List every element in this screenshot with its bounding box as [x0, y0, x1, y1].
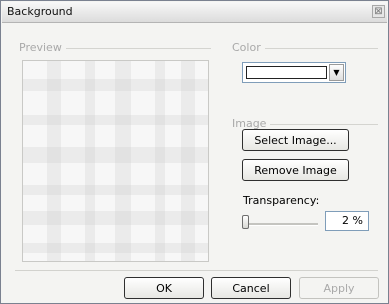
color-swatch: [246, 66, 327, 79]
footer-separator: [15, 270, 378, 271]
preview-pane: [22, 60, 209, 262]
preview-group-label: Preview: [19, 41, 66, 54]
remove-image-button[interactable]: Remove Image: [242, 159, 349, 181]
ok-button[interactable]: OK: [124, 277, 204, 299]
title-bar[interactable]: Background ⊠: [2, 2, 387, 23]
color-group-label: Color: [232, 41, 265, 54]
color-dropdown[interactable]: ▼: [242, 62, 346, 83]
transparency-label: Transparency:: [243, 194, 320, 207]
transparency-input[interactable]: 2 %: [325, 211, 369, 231]
background-dialog: Background ⊠ Preview Color ▼ Image Selec…: [0, 0, 389, 304]
transparency-slider-track[interactable]: [244, 223, 318, 226]
chevron-down-icon[interactable]: ▼: [329, 64, 344, 81]
close-icon[interactable]: ⊠: [372, 5, 385, 18]
transparency-slider-thumb[interactable]: [242, 215, 250, 229]
select-image-button[interactable]: Select Image...: [242, 129, 349, 151]
dialog-title: Background: [7, 5, 73, 18]
apply-button[interactable]: Apply: [299, 277, 379, 299]
cancel-button[interactable]: Cancel: [211, 277, 291, 299]
